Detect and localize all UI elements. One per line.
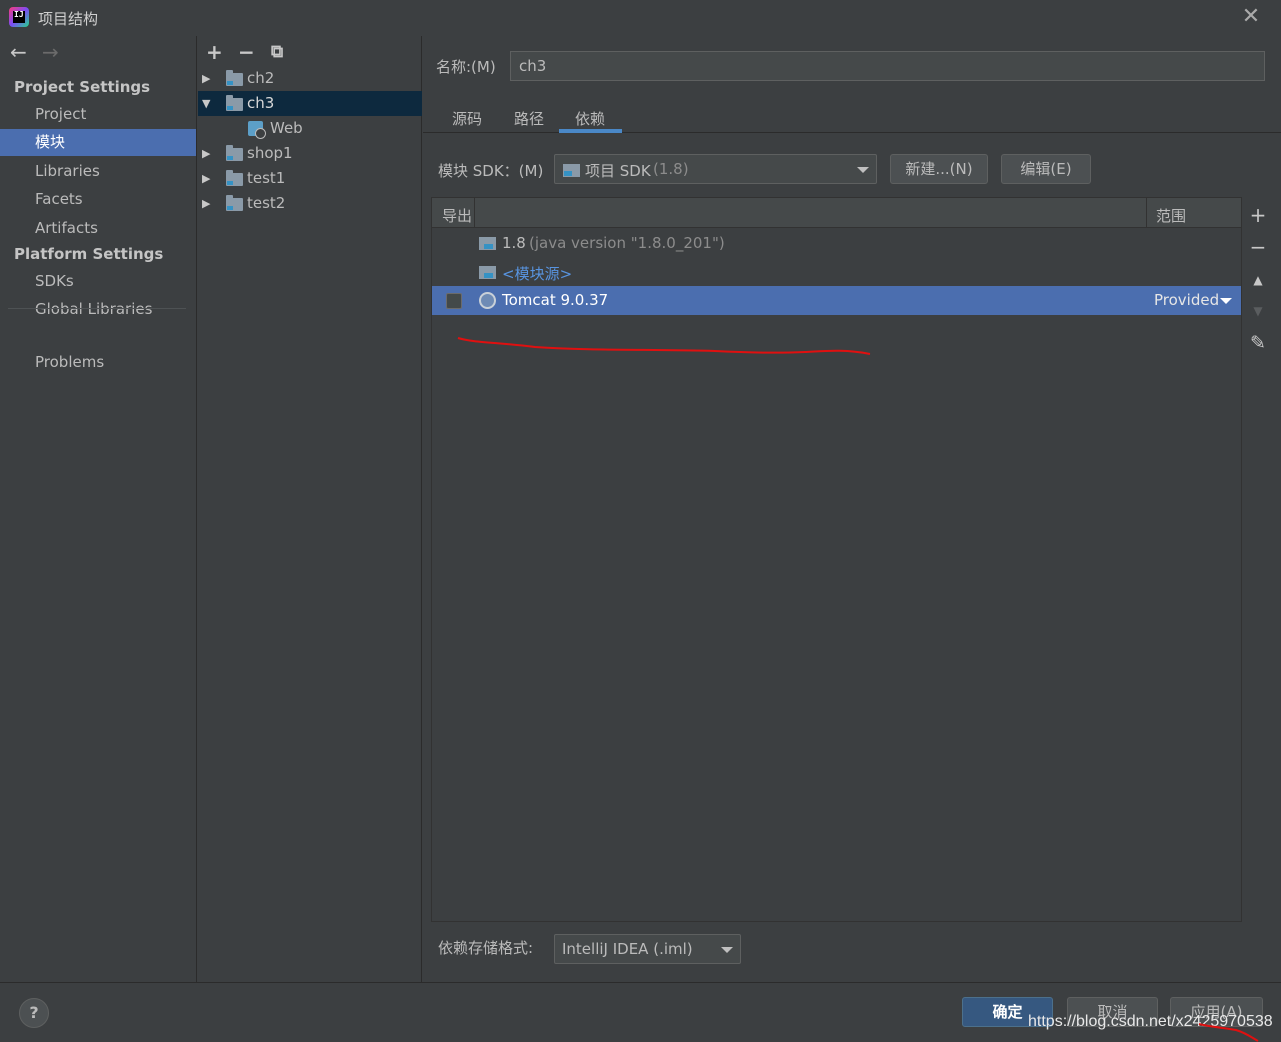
tree-node-ch3[interactable]: ▼ ch3 <box>198 91 422 116</box>
dependency-name: Tomcat 9.0.37 <box>502 291 609 309</box>
nav-item-artifacts[interactable]: Artifacts <box>0 215 196 242</box>
window-title: 项目结构 <box>38 10 99 28</box>
remove-module-icon[interactable]: − <box>238 40 255 64</box>
dependency-name: 1.8 <box>502 234 526 252</box>
tab-sources[interactable]: 源码 <box>452 108 482 129</box>
nav-item-project[interactable]: Project <box>0 101 196 128</box>
move-down-icon: ▼ <box>1253 304 1263 318</box>
column-export-header[interactable]: 导出 <box>442 205 472 226</box>
expand-arrow-icon[interactable]: ▶ <box>202 66 210 91</box>
add-module-icon[interactable]: + <box>206 40 223 64</box>
column-divider <box>474 198 475 228</box>
module-folder-icon <box>226 170 243 186</box>
table-row-jdk[interactable]: 1.8 (java version "1.8.0_201") <box>432 229 1241 258</box>
nav-item-facets[interactable]: Facets <box>0 186 196 213</box>
tree-node-label: Web <box>270 119 303 137</box>
tree-node-label: test1 <box>247 169 286 187</box>
edit-sdk-button[interactable]: 编辑(E) <box>1001 154 1091 184</box>
tabs-divider <box>423 132 1281 133</box>
nav-item-sdks[interactable]: SDKs <box>0 268 196 295</box>
module-name-input[interactable] <box>510 51 1265 81</box>
storage-format-label: 依赖存储格式: <box>438 939 534 957</box>
module-folder-icon <box>226 145 243 161</box>
new-sdk-button[interactable]: 新建...(N) <box>890 154 988 184</box>
platform-settings-heading: Platform Settings <box>14 245 164 263</box>
globe-icon <box>479 292 496 309</box>
forward-arrow-icon: → <box>42 40 59 64</box>
tab-dependencies[interactable]: 依赖 <box>575 108 605 129</box>
tree-node-label: ch3 <box>247 94 275 112</box>
tree-node-label: shop1 <box>247 144 293 162</box>
remove-dependency-icon[interactable]: − <box>1247 235 1269 259</box>
back-arrow-icon[interactable]: ← <box>10 40 27 64</box>
table-row-module-source[interactable]: <模块源> <box>432 258 1241 287</box>
add-dependency-icon[interactable]: + <box>1247 203 1269 227</box>
nav-item-libraries[interactable]: Libraries <box>0 158 196 185</box>
table-row-tomcat[interactable]: Tomcat 9.0.37 Provided <box>432 286 1241 315</box>
tree-node-test2[interactable]: ▶ test2 <box>198 191 422 216</box>
column-divider <box>1146 198 1147 228</box>
module-folder-icon <box>226 195 243 211</box>
chevron-down-icon[interactable] <box>1220 298 1232 304</box>
module-sdk-select[interactable]: 项目 SDK (1.8) <box>554 154 877 184</box>
nav-item-global-libraries[interactable]: Global Libraries <box>0 296 196 323</box>
module-folder-icon <box>226 70 243 86</box>
red-annotation-underline <box>457 337 871 355</box>
source-folder-icon <box>479 266 496 279</box>
chevron-down-icon <box>857 167 869 173</box>
tree-node-web[interactable]: Web <box>198 116 422 141</box>
web-facet-icon <box>248 121 266 139</box>
nav-item-problems[interactable]: Problems <box>0 349 196 376</box>
nav-divider <box>8 308 186 309</box>
close-icon[interactable]: ✕ <box>1238 6 1264 30</box>
module-sdk-label: 模块 SDK：(M) <box>438 162 544 180</box>
move-up-icon[interactable]: ▲ <box>1247 273 1269 287</box>
dependency-name: <模块源> <box>502 265 573 283</box>
name-label: 名称:(M) <box>436 58 496 76</box>
nav-item-modules[interactable]: 模块 <box>0 129 196 156</box>
sdk-version-hint: (1.8) <box>653 160 689 178</box>
storage-format-value: IntelliJ IDEA (.iml) <box>562 940 693 958</box>
copy-module-icon[interactable]: ⧉ <box>271 42 283 62</box>
expand-arrow-icon[interactable]: ▶ <box>202 191 210 216</box>
tab-paths[interactable]: 路径 <box>514 108 544 129</box>
module-tree: + − ⧉ ▶ ch2 ▼ ch3 Web ▶ shop1 ▶ test1 ▶ … <box>198 36 422 982</box>
collapse-arrow-icon[interactable]: ▼ <box>202 91 210 116</box>
tree-node-ch2[interactable]: ▶ ch2 <box>198 66 422 91</box>
tree-node-test1[interactable]: ▶ test1 <box>198 166 422 191</box>
expand-arrow-icon[interactable]: ▶ <box>202 166 210 191</box>
settings-nav: ← → Project Settings Project 模块 Librarie… <box>0 36 197 982</box>
sdk-selected-value: 项目 SDK <box>585 162 651 180</box>
column-scope-header[interactable]: 范围 <box>1156 205 1186 226</box>
tree-node-shop1[interactable]: ▶ shop1 <box>198 141 422 166</box>
storage-format-select[interactable]: IntelliJ IDEA (.iml) <box>554 934 741 964</box>
dependency-detail: (java version "1.8.0_201") <box>529 234 725 252</box>
scope-dropdown[interactable]: Provided <box>1154 291 1219 309</box>
intellij-logo-icon: IJ <box>9 7 29 27</box>
export-checkbox[interactable] <box>446 293 462 309</box>
project-settings-heading: Project Settings <box>14 78 151 96</box>
red-annotation-underline <box>1198 1023 1259 1042</box>
edit-pencil-icon[interactable]: ✎ <box>1247 332 1269 354</box>
tree-node-label: test2 <box>247 194 286 212</box>
active-tab-indicator <box>559 129 622 133</box>
chevron-down-icon <box>721 947 733 953</box>
tree-node-label: ch2 <box>247 69 275 87</box>
help-button[interactable]: ? <box>19 998 49 1028</box>
expand-arrow-icon[interactable]: ▶ <box>202 141 210 166</box>
title-bar <box>0 0 1281 36</box>
module-folder-icon <box>226 95 243 111</box>
sdk-folder-icon <box>563 164 580 177</box>
table-header <box>432 198 1241 228</box>
jdk-folder-icon <box>479 237 496 250</box>
